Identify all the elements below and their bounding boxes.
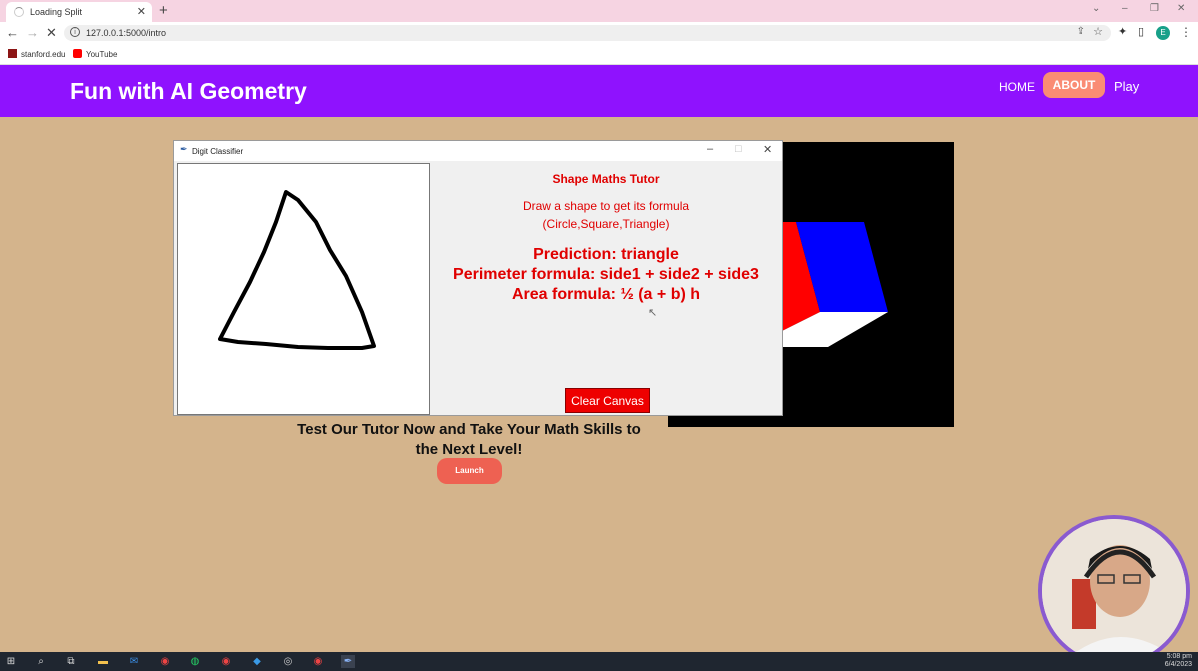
side-panel-icon[interactable]: ▯ <box>1138 25 1144 38</box>
minimize-icon[interactable]: – <box>1122 3 1128 14</box>
omnibox[interactable]: i 127.0.0.1:5000/intro ⇪ ☆ <box>64 25 1111 41</box>
share-icon[interactable]: ⇪ <box>1077 26 1085 37</box>
call-to-action-text: Test Our Tutor Now and Take Your Math Sk… <box>297 421 641 458</box>
url-text[interactable]: 127.0.0.1:5000/intro <box>86 28 166 38</box>
chrome-profile-icon[interactable]: ◉ <box>219 655 233 668</box>
whatsapp-icon[interactable]: ◍ <box>188 655 202 668</box>
start-windows-icon[interactable]: ⊞ <box>4 655 18 668</box>
digit-classifier-window: ✒ Digit Classifier – □ ✕ Shape Maths Tut… <box>173 140 783 416</box>
prediction-text: Prediction: triangle <box>533 246 679 263</box>
launch-button[interactable]: Launch <box>437 458 502 484</box>
nav-play-link[interactable]: Play <box>1114 79 1139 94</box>
window-maximize-icon[interactable]: □ <box>735 143 742 155</box>
drawing-canvas[interactable] <box>177 163 430 415</box>
webcam-overlay <box>1038 515 1190 667</box>
bookmark-star-icon[interactable]: ☆ <box>1093 25 1103 38</box>
tab-strip: Loading Split ✕ + ⌄ – ❐ ✕ <box>0 0 1198 22</box>
drawn-triangle <box>218 190 376 350</box>
presenter-video <box>1042 519 1186 663</box>
window-close-icon[interactable]: ✕ <box>763 143 772 156</box>
youtube-icon <box>73 49 82 58</box>
bookmarks-bar: stanford.edu YouTube <box>0 44 1198 65</box>
chrome-icon[interactable]: ◉ <box>158 655 172 668</box>
browser-tab[interactable]: Loading Split ✕ <box>6 2 152 22</box>
window-title: Digit Classifier <box>192 147 244 156</box>
chrome-alt-icon[interactable]: ◉ <box>311 655 325 668</box>
file-explorer-icon[interactable]: ▬ <box>96 655 110 668</box>
close-window-icon[interactable]: ✕ <box>1177 3 1185 14</box>
tutor-heading: Shape Maths Tutor <box>552 172 660 186</box>
python-tk-icon[interactable]: ✒ <box>341 655 355 668</box>
loading-spinner-icon <box>14 7 24 17</box>
back-icon[interactable]: ← <box>6 25 19 40</box>
nav-about-link[interactable]: ABOUT <box>1043 72 1105 98</box>
tab-close-icon[interactable]: ✕ <box>137 5 146 18</box>
nav-home-link[interactable]: HOME <box>999 80 1035 94</box>
tutor-instructions: Draw a shape to get its formula (Circle,… <box>522 199 690 231</box>
prediction-result: Prediction: triangle Perimeter formula: … <box>430 245 782 305</box>
system-clock[interactable]: 5:08 pm 6/4/2023 <box>1165 653 1192 669</box>
stanford-icon <box>8 49 17 58</box>
forward-icon[interactable]: → <box>26 25 39 40</box>
app-icon[interactable]: ◎ <box>281 655 295 668</box>
site-info-icon[interactable]: i <box>70 27 80 37</box>
bookmark-youtube[interactable]: YouTube <box>73 49 117 59</box>
task-view-icon[interactable]: ⧉ <box>64 655 78 668</box>
stop-icon[interactable]: ✕ <box>46 25 57 41</box>
area-text: Area formula: ½ (a + b) h <box>511 286 701 303</box>
restore-icon[interactable]: ❐ <box>1150 3 1159 14</box>
tk-feather-icon: ✒ <box>180 144 188 154</box>
windows-taskbar: ⊞ ⌕ ⧉ ▬ ✉ ◉ ◍ ◉ ◆ ◎ ◉ ✒ 5:08 pm 6/4/2023 <box>0 652 1198 671</box>
vscode-icon[interactable]: ◆ <box>250 655 264 668</box>
window-minimize-icon[interactable]: – <box>707 143 713 155</box>
bookmark-stanford[interactable]: stanford.edu <box>8 49 65 59</box>
tab-title: Loading Split <box>30 7 83 17</box>
mail-icon[interactable]: ✉ <box>127 655 141 668</box>
search-icon[interactable]: ⌕ <box>34 655 48 668</box>
site-brand[interactable]: Fun with AI Geometry <box>70 78 307 105</box>
perimeter-text: Perimeter formula: side1 + side2 + side3 <box>453 266 759 283</box>
window-titlebar[interactable]: ✒ Digit Classifier – □ ✕ <box>174 141 782 161</box>
extensions-icon[interactable]: ✦ <box>1118 25 1127 38</box>
clear-canvas-button[interactable]: Clear Canvas <box>565 388 650 413</box>
tab-search-icon[interactable]: ⌄ <box>1092 3 1100 14</box>
address-bar-row: ← → ✕ i 127.0.0.1:5000/intro ⇪ ☆ <box>0 22 1198 44</box>
new-tab-icon[interactable]: + <box>159 2 168 19</box>
menu-kebab-icon[interactable]: ⋮ <box>1180 25 1192 39</box>
profile-avatar[interactable]: E <box>1156 26 1170 40</box>
site-header: Fun with AI Geometry HOME ABOUT Play <box>0 65 1198 117</box>
mouse-cursor-icon: ↖ <box>648 307 658 319</box>
